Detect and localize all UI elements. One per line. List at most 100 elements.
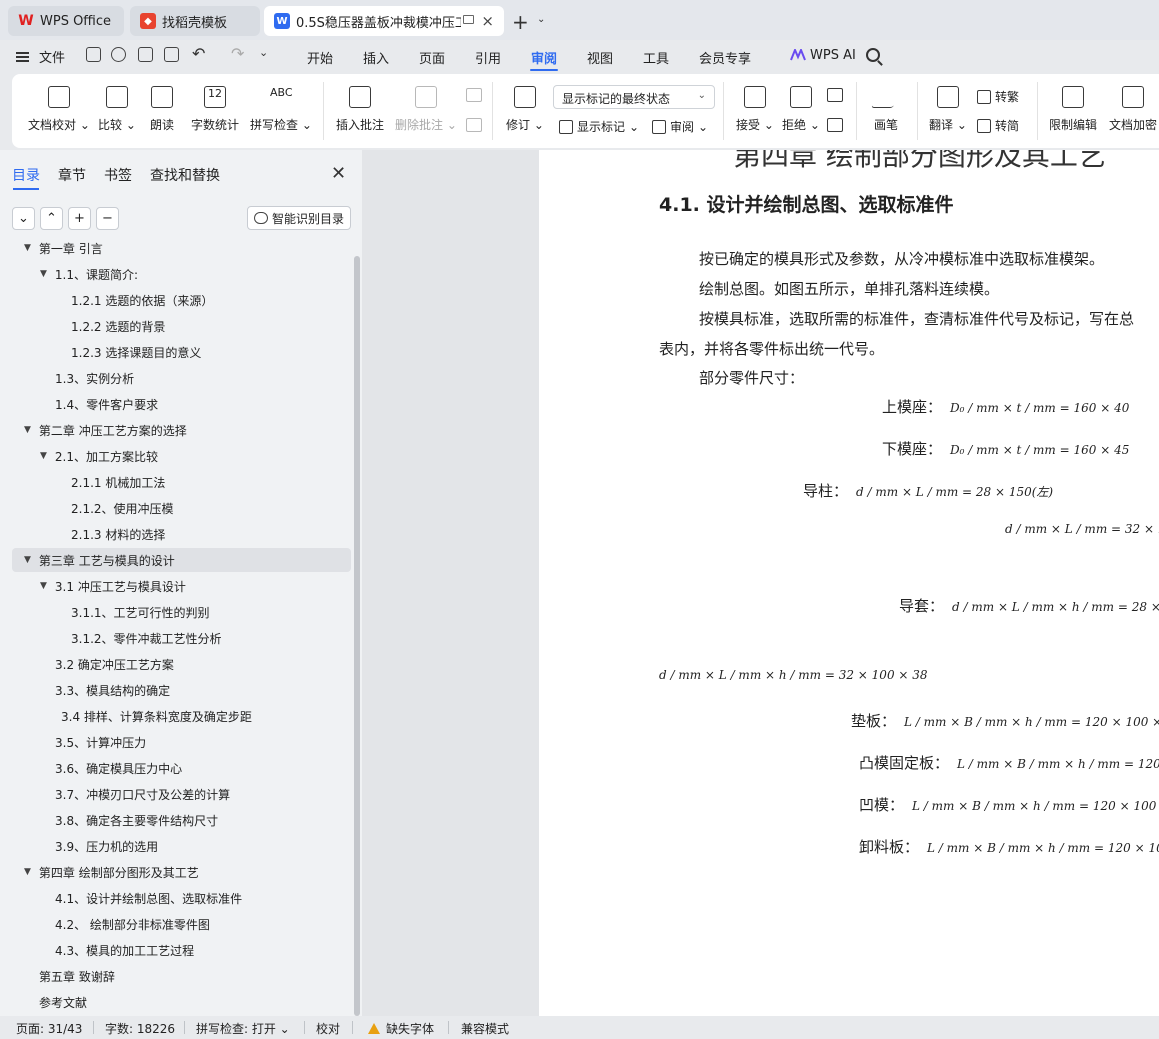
toc-item[interactable]: 1.3、实例分析 xyxy=(55,367,134,389)
spell-check-status[interactable]: 拼写检查: 打开 ⌄ xyxy=(196,1020,290,1037)
file-menu[interactable]: 文件 xyxy=(16,47,65,66)
save-icon[interactable] xyxy=(86,47,101,62)
menu-member[interactable]: 会员专享 xyxy=(699,48,751,67)
tab-toc[interactable]: 目录 xyxy=(12,165,40,185)
expand-triangle-icon[interactable]: ▼ xyxy=(24,867,31,877)
menu-view[interactable]: 视图 xyxy=(587,48,613,67)
new-tab-button[interactable]: + xyxy=(512,10,529,34)
review-pane-button[interactable]: 审阅 ⌄ xyxy=(652,118,708,135)
toc-item[interactable]: ▼ 第二章 冲压工艺方案的选择 xyxy=(24,419,187,441)
tab-template[interactable]: ◆ 找稻壳模板 xyxy=(130,6,260,36)
document-page[interactable]: 第四章 绘制部分图形及其工艺 4.1. 设计并绘制总图、选取标准件 按已确定的模… xyxy=(539,150,1159,1016)
menu-tools[interactable]: 工具 xyxy=(643,48,669,67)
toc-item[interactable]: 3.7、冲模刃口尺寸及公差的计算 xyxy=(55,783,230,805)
expand-triangle-icon[interactable]: ▼ xyxy=(40,581,47,591)
tab-bookmarks[interactable]: 书签 xyxy=(104,165,132,185)
add-heading-button[interactable]: + xyxy=(68,207,91,230)
word-count-status[interactable]: 字数: 18226 xyxy=(105,1020,175,1037)
expand-triangle-icon[interactable]: ▼ xyxy=(40,269,47,279)
to-traditional-button[interactable]: 转繁 xyxy=(977,88,1019,105)
chevron-down-icon[interactable]: ⌄ xyxy=(537,14,545,25)
tab-document[interactable]: W 0.5S稳压器盖板冲裁模冲压工艺 × xyxy=(264,6,504,36)
print-preview-icon[interactable] xyxy=(164,47,179,62)
toc-item[interactable]: 2.1.1 机械加工法 xyxy=(71,471,165,493)
revise-button[interactable]: 修订 ⌄ xyxy=(506,74,544,148)
smart-toc-button[interactable]: 智能识别目录 xyxy=(247,206,351,230)
missing-font-status[interactable]: 缺失字体 xyxy=(368,1020,434,1037)
to-simplified-button[interactable]: 转简 xyxy=(977,117,1019,134)
delete-comment-button[interactable]: 删除批注 ⌄ xyxy=(395,74,457,148)
menu-start[interactable]: 开始 xyxy=(307,48,333,67)
page-indicator[interactable]: 页面: 31/43 xyxy=(16,1020,82,1037)
restrict-edit-button[interactable]: 限制编辑 xyxy=(1049,74,1097,148)
toc-item[interactable]: ▼ 3.1 冲压工艺与模具设计 xyxy=(40,575,186,597)
toc-item[interactable]: 3.4 排样、计算条料宽度及确定步距 xyxy=(61,705,252,727)
menu-reference[interactable]: 引用 xyxy=(475,48,501,67)
toc-item[interactable]: 3.8、确定各主要零件结构尺寸 xyxy=(55,809,218,831)
spell-check-button[interactable]: ABC 拼写检查 ⌄ xyxy=(250,74,312,148)
expand-triangle-icon[interactable]: ▼ xyxy=(24,243,31,253)
toc-item[interactable]: 2.1.2、使用冲压模 xyxy=(71,497,174,519)
toc-item[interactable]: ▼ 2.1、加工方案比较 xyxy=(40,445,158,467)
toc-item[interactable]: 3.3、模具结构的确定 xyxy=(55,679,170,701)
toc-item[interactable]: 参考文献 xyxy=(39,991,87,1013)
toc-item[interactable]: 3.2 确定冲压工艺方案 xyxy=(55,653,174,675)
close-icon[interactable]: ✕ xyxy=(331,163,346,184)
toc-item[interactable]: 4.2、 绘制部分非标准零件图 xyxy=(55,913,210,935)
pen-button[interactable]: 画笔 xyxy=(870,74,902,148)
tab-close-icon[interactable]: × xyxy=(481,12,494,30)
toc-item[interactable]: 1.2.2 选题的背景 xyxy=(71,315,165,337)
toc-item[interactable]: 4.1、设计并绘制总图、选取标准件 xyxy=(55,887,242,909)
share-icon[interactable] xyxy=(111,47,126,62)
tab-sections[interactable]: 章节 xyxy=(58,165,86,185)
accept-button[interactable]: 接受 ⌄ xyxy=(736,74,774,148)
redo-icon[interactable]: ↷ xyxy=(231,44,244,63)
expand-triangle-icon[interactable]: ▼ xyxy=(40,451,47,461)
toc-scrollbar[interactable] xyxy=(354,256,360,1016)
screen-icon[interactable] xyxy=(463,15,474,24)
undo-icon[interactable]: ↶ xyxy=(192,44,205,63)
markup-state-select[interactable]: 显示标记的最终状态 ⌄ xyxy=(553,85,715,109)
toc-item[interactable]: ▼ 1.1、课题简介: xyxy=(40,263,138,285)
menu-page[interactable]: 页面 xyxy=(419,48,445,67)
tab-wps-office[interactable]: W WPS Office xyxy=(8,6,124,36)
translate-button[interactable]: 翻译 ⌄ xyxy=(929,74,967,148)
menu-insert[interactable]: 插入 xyxy=(363,48,389,67)
expand-triangle-icon[interactable]: ▼ xyxy=(24,425,31,435)
menu-wps-ai[interactable]: WPS AI xyxy=(810,48,856,63)
toc-item[interactable]: 1.4、零件客户要求 xyxy=(55,393,158,415)
menu-review[interactable]: 审阅 xyxy=(531,48,557,67)
reject-button[interactable]: 拒绝 ⌄ xyxy=(782,74,820,148)
toc-item[interactable]: 第五章 致谢辞 xyxy=(39,965,115,987)
toc-item[interactable]: ▼ 第一章 引言 xyxy=(24,242,103,259)
doc-check-button[interactable]: 文档校对 ⌄ xyxy=(28,74,90,148)
read-aloud-button[interactable]: 朗读 xyxy=(150,74,174,148)
toc-item[interactable]: 3.1.1、工艺可行性的判别 xyxy=(71,601,210,623)
prev-comment-icon[interactable] xyxy=(466,88,482,102)
toc-item[interactable]: 3.5、计算冲压力 xyxy=(55,731,146,753)
collapse-all-button[interactable]: ⌄ xyxy=(12,207,35,230)
next-change-icon[interactable] xyxy=(827,118,843,132)
compare-button[interactable]: 比较 ⌄ xyxy=(98,74,136,148)
remove-heading-button[interactable]: − xyxy=(96,207,119,230)
next-comment-icon[interactable] xyxy=(466,118,482,132)
toc-item[interactable]: 3.9、压力机的选用 xyxy=(55,835,158,857)
toc-item[interactable]: ▼ 第四章 绘制部分图形及其工艺 xyxy=(24,861,199,883)
insert-comment-button[interactable]: 插入批注 xyxy=(336,74,384,148)
toc-item[interactable]: 4.3、模具的加工工艺过程 xyxy=(55,939,194,961)
toc-item[interactable]: ▼ 第三章 工艺与模具的设计 xyxy=(24,549,175,571)
print-icon[interactable] xyxy=(138,47,153,62)
expand-up-button[interactable]: ⌃ xyxy=(40,207,63,230)
quick-access-chevron-icon[interactable]: ⌄ xyxy=(259,46,268,59)
expand-triangle-icon[interactable]: ▼ xyxy=(24,555,31,565)
word-count-button[interactable]: 12 字数统计 xyxy=(191,74,239,148)
doc-encrypt-button[interactable]: 文档加密 xyxy=(1109,74,1157,148)
toc-item[interactable]: 3.6、确定模具压力中心 xyxy=(55,757,182,779)
toc-item[interactable]: 1.2.1 选题的依据（来源） xyxy=(71,289,213,311)
toc-item[interactable]: 3.1.2、零件冲裁工艺性分析 xyxy=(71,627,222,649)
tab-find-replace[interactable]: 查找和替换 xyxy=(150,165,220,185)
toc-item[interactable]: 2.1.3 材料的选择 xyxy=(71,523,165,545)
toc-item[interactable]: 1.2.3 选择课题目的意义 xyxy=(71,341,201,363)
show-markup-button[interactable]: 显示标记 ⌄ xyxy=(559,118,639,135)
proofread-status[interactable]: 校对 xyxy=(316,1020,340,1037)
